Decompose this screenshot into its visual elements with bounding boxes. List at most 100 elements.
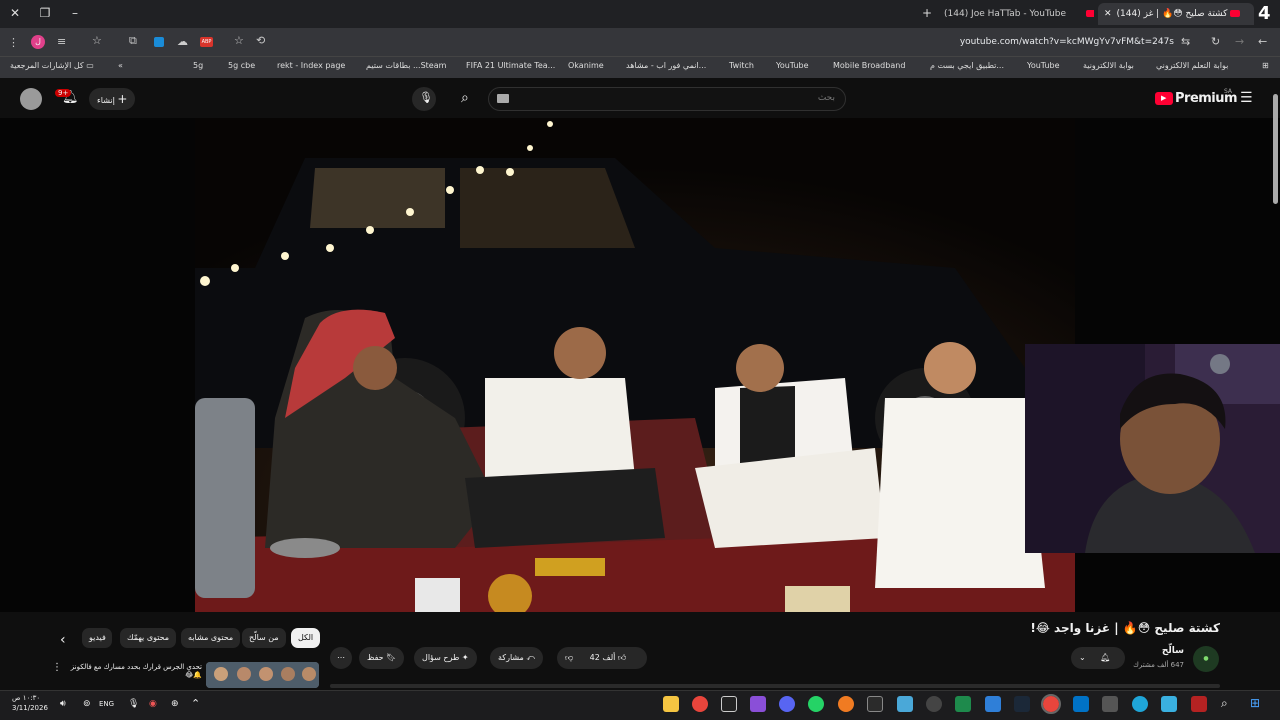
bookmark-item[interactable]: 5g	[193, 61, 203, 70]
extensions-icon[interactable]: ⧉	[129, 34, 137, 48]
avatar[interactable]	[20, 88, 42, 110]
file-explorer-icon[interactable]	[663, 696, 679, 712]
restore-window-icon[interactable]: ❐	[37, 6, 53, 20]
chip-all[interactable]: الكل	[291, 628, 321, 648]
bookmarks-overflow-icon[interactable]: «	[118, 61, 123, 70]
start-menu-icon[interactable]: ⊞	[1250, 696, 1260, 710]
chrome-icon[interactable]	[692, 696, 708, 712]
hamburger-menu-icon[interactable]: ☰	[1240, 90, 1253, 106]
adblock-icon[interactable]: ABP	[200, 37, 213, 47]
media-app-icon[interactable]	[838, 696, 854, 712]
keyboard-icon[interactable]	[497, 94, 509, 103]
recommended-thumbnail[interactable]	[206, 662, 319, 688]
show-hidden-icons[interactable]: ⌃	[191, 697, 200, 710]
volume-icon[interactable]: 🔊︎	[60, 699, 66, 709]
bookmark-item[interactable]: Twitch	[729, 61, 754, 70]
site-settings-icon[interactable]: ⇆	[1181, 35, 1190, 48]
steam-icon[interactable]	[1014, 696, 1030, 712]
chrome-active-icon[interactable]	[1041, 694, 1061, 714]
network-icon[interactable]: ⊚	[83, 699, 91, 709]
more-actions-button[interactable]: ⋯	[330, 647, 352, 669]
bell-icon: 🔔︎	[1100, 653, 1111, 662]
bookmark-item[interactable]: Okanime	[568, 61, 604, 70]
microphone-tray-icon[interactable]: 🎙︎	[128, 699, 139, 709]
bookmark-item[interactable]: بوابة الالكترونية	[1083, 61, 1134, 70]
bookmark-star-icon[interactable]: ☆	[234, 34, 244, 47]
chip-for-you[interactable]: محتوى يهمّك	[120, 628, 177, 648]
bookmark-item[interactable]: YouTube	[1027, 61, 1060, 70]
xbox-icon[interactable]	[955, 696, 971, 712]
video-frame[interactable]	[195, 118, 1075, 612]
bookmark-item[interactable]: rekt - Index page	[277, 61, 345, 70]
bookmark-item[interactable]: بطاقات ستيم ...Steam	[366, 61, 446, 70]
address-bar[interactable]: youtube.com/watch?v=kcMWgYv7vFM&t=247s	[960, 37, 1174, 47]
bookmark-item[interactable]: YouTube	[776, 61, 809, 70]
close-window-icon[interactable]: ✕	[7, 6, 23, 20]
valorant-icon[interactable]	[1191, 696, 1207, 712]
reading-list-icon[interactable]: ≡	[57, 35, 66, 48]
channel-name[interactable]: سالّح	[1162, 646, 1184, 656]
photos-icon[interactable]	[897, 696, 913, 712]
bookmark-item[interactable]: انمي فور اب - مشاهد...	[626, 61, 706, 70]
favorites-icon[interactable]: ☆	[92, 34, 102, 47]
search-input[interactable]: بحث	[488, 87, 846, 111]
apps-grid-icon[interactable]: ⊞	[1262, 61, 1269, 70]
reload-icon[interactable]: ↻	[1211, 35, 1220, 48]
create-label: إنشاء	[97, 96, 115, 105]
outlook-icon[interactable]	[1073, 696, 1089, 712]
menu-dots-icon[interactable]: ⋮	[8, 36, 19, 49]
edge-icon[interactable]	[1132, 696, 1148, 712]
whatsapp-icon[interactable]	[808, 696, 824, 712]
bookmark-item[interactable]: بوابة التعلم الالكتروني	[1156, 61, 1228, 70]
minimize-window-icon[interactable]: –	[67, 6, 83, 20]
ask-button[interactable]: طرح سؤال ✦	[414, 647, 477, 669]
dislike-icon[interactable]: 👎︎	[565, 653, 573, 662]
forward-icon[interactable]: →	[1235, 35, 1244, 48]
chip-related[interactable]: محتوى مشابه	[181, 628, 241, 648]
plus-icon: +	[117, 92, 128, 106]
bookmarks-folder[interactable]: كل الإشارات المرجعية ▭	[10, 61, 94, 70]
bookmark-item[interactable]: 5g cbe	[228, 61, 255, 70]
obs-icon[interactable]	[867, 696, 883, 712]
profile-avatar[interactable]: ل	[31, 35, 45, 49]
taskbar-time: ١٠:٣٠ ص	[12, 694, 41, 702]
input-language[interactable]: ENG	[99, 700, 114, 708]
taskbar-search-icon[interactable]: ⌕	[1221, 696, 1228, 711]
bookmark-item[interactable]: تطبيق ايجي بست م...	[930, 61, 1004, 70]
channel-avatar[interactable]: ●	[1193, 646, 1219, 672]
bookmark-item[interactable]: FIFA 21 Ultimate Tea...	[466, 61, 555, 70]
discord-icon[interactable]	[779, 696, 795, 712]
copilot-icon[interactable]	[1161, 696, 1177, 712]
new-tab-icon[interactable]: +	[919, 6, 935, 20]
like-icon[interactable]: 👍︎	[618, 653, 626, 662]
recording-tray-icon[interactable]: ◉	[149, 699, 157, 709]
close-tab-icon[interactable]: ✕	[1104, 9, 1112, 19]
recorder-icon[interactable]	[926, 696, 942, 712]
tab-active-video[interactable]: ✕ (144) كشتة صليح 😳🔥 | غز	[1098, 3, 1254, 25]
help-icon[interactable]	[985, 696, 1001, 712]
search-button[interactable]: ⌕	[452, 87, 486, 111]
recommended-menu-icon[interactable]: ⋮	[52, 662, 62, 673]
extension-cloud-icon[interactable]: ☁	[177, 35, 188, 48]
extension-blue-icon[interactable]	[154, 37, 164, 47]
tab-action-icon[interactable]: ⟲	[256, 34, 265, 47]
back-icon[interactable]: ←	[1258, 35, 1267, 48]
chip-from-channel[interactable]: من سالّح	[242, 628, 286, 648]
capcut-icon[interactable]	[721, 696, 737, 712]
share-button[interactable]: مشاركة ⤺	[490, 647, 543, 669]
screen-tool-icon[interactable]	[750, 696, 766, 712]
page-scrollbar[interactable]	[1273, 94, 1278, 204]
chip-videos[interactable]: فيديو	[82, 628, 112, 648]
chips-scroll-left-icon[interactable]: ‹	[60, 632, 66, 648]
tab-joe-hattab[interactable]: (144) Joe HaTTab - YouTube	[944, 3, 1094, 25]
bookmark-item[interactable]: Mobile Broadband	[833, 61, 905, 70]
subscribe-notify-button[interactable]: ⌄ 🔔︎	[1071, 647, 1125, 669]
facecam-scene	[1025, 344, 1280, 553]
create-button[interactable]: إنشاء +	[89, 88, 136, 110]
tray-app-icon[interactable]: ⊕	[171, 699, 179, 709]
voice-search-button[interactable]: 🎙︎	[412, 87, 436, 111]
youtube-logo-icon[interactable]: ▶	[1155, 92, 1173, 105]
save-button[interactable]: حفظ 🔖︎	[359, 647, 405, 669]
store-icon[interactable]	[1102, 696, 1118, 712]
recommended-title[interactable]: تحدي الجرس قرارك بحدد مسارك مع فالكونز 🔔…	[64, 663, 202, 679]
